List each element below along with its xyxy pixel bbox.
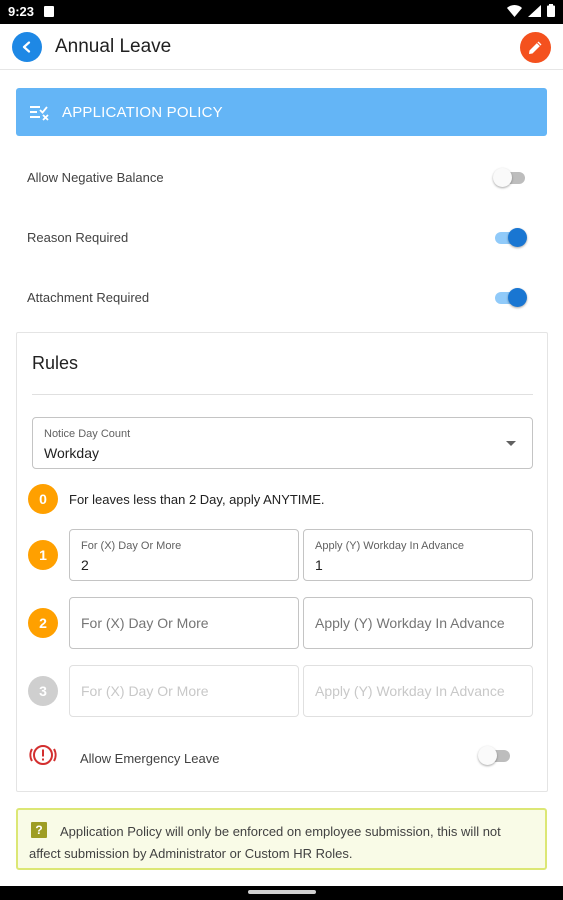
- rule-0-badge: 0: [28, 484, 58, 514]
- reason-required-label: Reason Required: [27, 230, 129, 245]
- notification-icon: [44, 6, 54, 17]
- battery-icon: [547, 4, 555, 17]
- app-screen: Annual Leave APPLICATION POLICY Allow Ne…: [0, 24, 563, 886]
- rule-3-advance-placeholder: Apply (Y) Workday In Advance: [315, 683, 505, 699]
- edit-button[interactable]: [520, 32, 551, 63]
- wifi-icon: [507, 4, 522, 17]
- rule-1-badge: 1: [28, 540, 58, 570]
- dropdown-arrow-icon: [506, 441, 516, 446]
- attachment-required-label: Attachment Required: [27, 290, 150, 305]
- policy-note-text: Application Policy will only be enforced…: [29, 824, 501, 861]
- allow-emergency-leave-label: Allow Emergency Leave: [80, 751, 220, 766]
- pencil-icon: [529, 41, 542, 54]
- notice-day-count-label: Notice Day Count: [44, 428, 131, 440]
- rule-2-days-field[interactable]: For (X) Day Or More: [69, 597, 299, 649]
- status-time: 9:23: [8, 4, 35, 19]
- reason-required-switch[interactable]: [495, 228, 527, 248]
- rule-1-advance-field[interactable]: Apply (Y) Workday In Advance 1: [303, 529, 533, 581]
- notice-day-count-value: Workday: [44, 445, 99, 461]
- back-button[interactable]: [12, 32, 42, 62]
- rule-1-days-field[interactable]: For (X) Day Or More 2: [69, 529, 299, 581]
- rule-3-days-field: For (X) Day Or More: [69, 665, 299, 717]
- chevron-left-icon: [22, 41, 31, 53]
- app-bar: Annual Leave: [0, 24, 563, 70]
- page-title: Annual Leave: [55, 36, 172, 57]
- status-bar: 9:23: [0, 0, 563, 24]
- application-policy-title: APPLICATION POLICY: [62, 104, 223, 121]
- rule-1-days-label: For (X) Day Or More: [81, 540, 182, 552]
- application-policy-header[interactable]: APPLICATION POLICY: [16, 88, 547, 136]
- checklist-icon: [30, 106, 49, 121]
- rule-1-days-value: 2: [81, 557, 89, 573]
- signal-icon: [528, 4, 541, 17]
- allow-negative-balance-switch[interactable]: [493, 168, 527, 188]
- rule-3-badge: 3: [28, 676, 58, 706]
- rule-2-advance-placeholder: Apply (Y) Workday In Advance: [315, 615, 505, 631]
- attachment-required-row: Attachment Required: [16, 278, 547, 318]
- rule-2-days-placeholder: For (X) Day Or More: [81, 615, 209, 631]
- attachment-required-switch[interactable]: [495, 288, 527, 308]
- rules-title: Rules: [32, 353, 79, 373]
- rule-1-advance-label: Apply (Y) Workday In Advance: [315, 540, 464, 552]
- allow-emergency-leave-switch[interactable]: [478, 746, 512, 766]
- home-gesture-handle[interactable]: [248, 890, 316, 894]
- policy-note: ? Application Policy will only be enforc…: [16, 808, 547, 870]
- status-icons: [507, 4, 555, 17]
- rules-divider: [32, 394, 533, 395]
- reason-required-row: Reason Required: [16, 218, 547, 258]
- notice-day-count-select[interactable]: Notice Day Count Workday: [32, 417, 533, 469]
- emergency-alert-icon: [29, 745, 57, 765]
- rule-0-text: For leaves less than 2 Day, apply ANYTIM…: [69, 492, 325, 507]
- allow-negative-balance-label: Allow Negative Balance: [27, 170, 164, 185]
- rule-3-advance-field: Apply (Y) Workday In Advance: [303, 665, 533, 717]
- rule-2-badge: 2: [28, 608, 58, 638]
- rule-3-days-placeholder: For (X) Day Or More: [81, 683, 209, 699]
- rules-card: Rules Notice Day Count Workday 0 For lea…: [16, 332, 548, 792]
- allow-negative-balance-row: Allow Negative Balance: [16, 158, 547, 198]
- rule-1-advance-value: 1: [315, 557, 323, 573]
- navigation-bar: [0, 886, 563, 900]
- rule-2-advance-field[interactable]: Apply (Y) Workday In Advance: [303, 597, 533, 649]
